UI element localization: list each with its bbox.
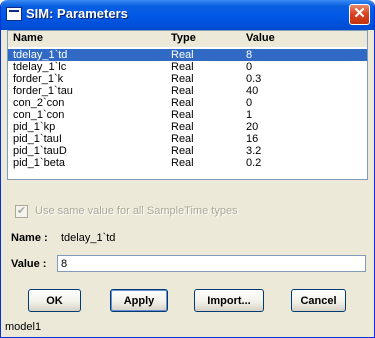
parameter-type-cell: Real <box>171 133 194 145</box>
parameter-name-cell: con_2`con <box>13 97 65 109</box>
table-row[interactable]: pid_1`tauD Real 3.2 <box>8 145 367 157</box>
parameter-type-cell: Real <box>171 145 194 157</box>
table-row[interactable]: tdelay_1`lc Real 0 <box>8 61 367 73</box>
apply-button[interactable]: Apply <box>110 289 168 312</box>
parameter-type-cell: Real <box>171 73 194 85</box>
status-text: model1 <box>5 321 42 333</box>
parameter-value-cell: 0 <box>246 97 253 109</box>
ok-button[interactable]: OK <box>28 289 81 312</box>
parameter-name-cell: pid_1`tauD <box>13 145 67 157</box>
parameter-type-cell: Real <box>171 85 194 97</box>
same-value-checkbox: ✔ <box>15 205 28 218</box>
same-value-label: Use same value for all SampleTime types <box>35 205 238 217</box>
table-row[interactable]: pid_1`beta Real 0.2 <box>8 157 367 169</box>
parameter-value-cell: 3.2 <box>246 145 262 157</box>
parameter-name-cell: tdelay_1`td <box>13 49 68 61</box>
table-row[interactable]: con_2`con Real 0 <box>8 97 367 109</box>
parameter-value-cell: 40 <box>246 85 259 97</box>
window-title: SIM: Parameters <box>26 6 128 21</box>
import-button[interactable]: Import... <box>194 289 264 312</box>
column-header-name[interactable]: Name <box>13 32 43 44</box>
parameter-name-cell: pid_1`kp <box>13 121 56 133</box>
window-icon <box>6 7 22 21</box>
parameter-value-cell: 0 <box>246 61 253 73</box>
table-row[interactable]: forder_1`k Real 0.3 <box>8 73 367 85</box>
parameter-name-cell: forder_1`tau <box>13 85 73 97</box>
list-rows: tdelay_1`td Real 8 tdelay_1`lc Real 0 forder_1… <box>8 49 367 169</box>
cancel-button[interactable]: Cancel <box>291 289 346 312</box>
value-label: Value : <box>11 258 47 270</box>
parameters-list[interactable]: Name Type Value tdelay_1`td Real 8 tdelay_1… <box>7 30 368 180</box>
table-row[interactable]: forder_1`tau Real 40 <box>8 85 367 97</box>
table-row[interactable]: con_1`con Real 1 <box>8 109 367 121</box>
parameter-value-cell: 16 <box>246 133 259 145</box>
parameter-type-cell: Real <box>171 157 194 169</box>
parameter-name-cell: pid_1`beta <box>13 157 65 169</box>
parameter-value-cell: 1 <box>246 109 253 121</box>
name-label: Name : <box>11 232 48 244</box>
parameter-value-cell: 0.3 <box>246 73 262 85</box>
parameter-value-cell: 8 <box>246 49 253 61</box>
close-icon: ✕ <box>353 5 366 22</box>
table-row[interactable]: pid_1`tauI Real 16 <box>8 133 367 145</box>
column-header-type[interactable]: Type <box>171 32 196 44</box>
parameter-name-cell: pid_1`tauI <box>13 133 62 145</box>
parameter-type-cell: Real <box>171 49 194 61</box>
title-bar[interactable]: SIM: Parameters ✕ <box>1 0 374 30</box>
checkmark-icon: ✔ <box>16 205 27 217</box>
table-row[interactable]: pid_1`kp Real 20 <box>8 121 367 133</box>
parameters-dialog: SIM: Parameters ✕ Name Type Value tdelay… <box>0 0 375 338</box>
table-row[interactable]: tdelay_1`td Real 8 <box>8 49 367 61</box>
column-header-value[interactable]: Value <box>246 32 275 44</box>
parameter-value-cell: 20 <box>246 121 259 133</box>
parameter-type-cell: Real <box>171 97 194 109</box>
parameter-name-cell: con_1`con <box>13 109 65 121</box>
parameter-type-cell: Real <box>171 61 194 73</box>
parameter-type-cell: Real <box>171 109 194 121</box>
close-button[interactable]: ✕ <box>349 4 370 25</box>
name-value: tdelay_1`td <box>61 232 116 244</box>
list-header: Name Type Value <box>8 31 367 47</box>
parameter-type-cell: Real <box>171 121 194 133</box>
parameter-name-cell: tdelay_1`lc <box>13 61 67 73</box>
value-input[interactable] <box>57 255 366 272</box>
parameter-name-cell: forder_1`k <box>13 73 64 85</box>
parameter-value-cell: 0.2 <box>246 157 262 169</box>
